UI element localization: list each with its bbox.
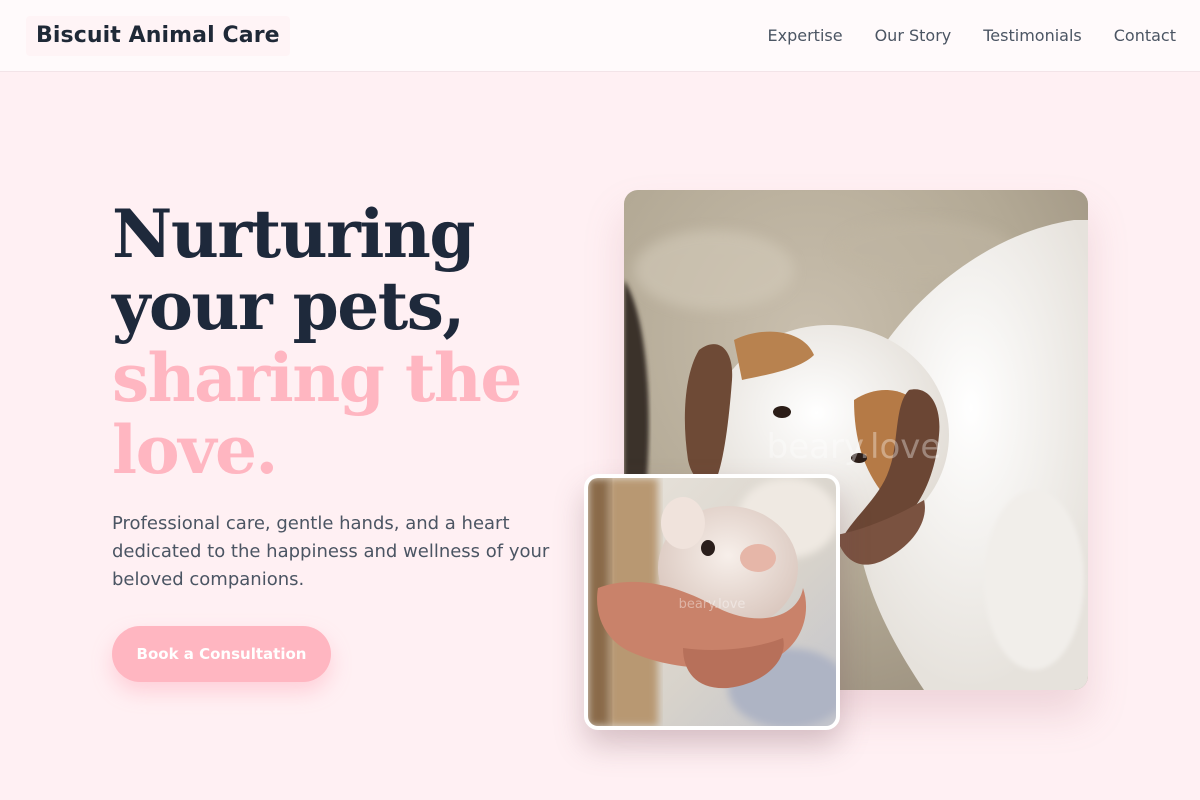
headline-accent-line-2: love.	[112, 411, 278, 489]
book-consultation-button[interactable]: Book a Consultation	[112, 626, 331, 682]
hamster-photo-image: beary.love	[588, 478, 836, 726]
headline-line-2: your pets,	[112, 267, 465, 345]
puppy-photo-watermark: beary.love	[767, 427, 942, 467]
hamster-photo-watermark: beary.love	[679, 597, 746, 612]
nav-link-expertise[interactable]: Expertise	[768, 24, 843, 48]
brand-logo-link[interactable]: Biscuit Animal Care	[26, 16, 290, 56]
headline-accent-line-1: sharing the	[112, 339, 522, 417]
page: Biscuit Animal Care Expertise Our Story …	[0, 0, 1200, 800]
site-header: Biscuit Animal Care Expertise Our Story …	[0, 0, 1200, 72]
nav-link-testimonials[interactable]: Testimonials	[983, 24, 1082, 48]
hero-subtitle: Professional care, gentle hands, and a h…	[112, 513, 550, 590]
nav-link-contact[interactable]: Contact	[1114, 24, 1176, 48]
headline-line-1: Nurturing	[112, 195, 476, 273]
nav-link-our-story[interactable]: Our Story	[875, 24, 952, 48]
hero-headline: Nurturing your pets, sharing the love.	[112, 198, 592, 486]
main-nav: Expertise Our Story Testimonials Contact	[768, 24, 1176, 48]
hamster-photo: beary.love	[584, 474, 840, 730]
